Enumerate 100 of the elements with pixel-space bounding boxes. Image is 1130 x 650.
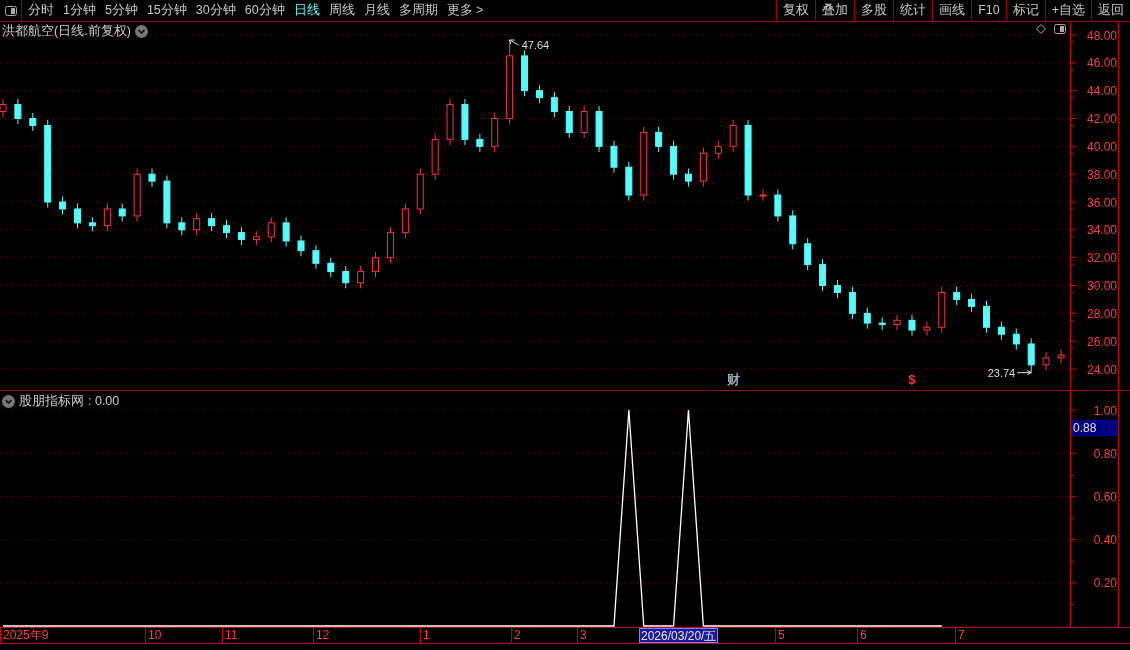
candlestick <box>521 49 529 97</box>
candlestick <box>834 279 841 299</box>
axis-label: 0.20 <box>1093 576 1117 591</box>
candlestick <box>163 175 171 229</box>
axis-label: 36.00 <box>1086 195 1117 210</box>
panel-toggle-icon[interactable] <box>4 5 17 16</box>
period-tab[interactable]: 60分钟 <box>244 1 285 20</box>
toolbar-button[interactable]: 叠加 <box>815 0 855 21</box>
indicator-value: : 0.00 <box>88 393 120 410</box>
candlestick <box>1057 349 1065 364</box>
candlestick <box>461 98 469 146</box>
axis-label: 6 <box>857 628 867 643</box>
candlestick <box>1042 351 1050 371</box>
period-tab[interactable]: 5分钟 <box>104 1 138 20</box>
candlestick <box>372 251 380 278</box>
candlestick <box>938 286 946 334</box>
toolbar-button[interactable]: +自选 <box>1044 0 1091 21</box>
toolbar-button[interactable]: 统计 <box>893 0 933 21</box>
axis-label: 32.00 <box>1086 251 1117 266</box>
axis-label: 0.60 <box>1093 489 1117 504</box>
candlestick <box>446 98 454 146</box>
axis-label: 10 <box>145 628 162 643</box>
candlestick <box>878 317 886 331</box>
axis-label: 1 <box>420 628 430 643</box>
diamond-icon[interactable] <box>1036 24 1046 34</box>
event-marker[interactable]: 财 <box>726 372 740 387</box>
axis-label: 46.00 <box>1086 56 1117 71</box>
axis-label: 2025年9 <box>0 628 49 643</box>
candlestick <box>908 314 916 337</box>
period-tab[interactable]: 日线 <box>293 1 320 20</box>
candlestick <box>193 212 201 236</box>
candlestick <box>789 209 797 250</box>
candlestick <box>610 140 618 174</box>
candlestick <box>580 105 588 139</box>
axis-label: 30.00 <box>1086 279 1117 293</box>
candlestick <box>625 161 633 202</box>
candlestick <box>953 286 961 306</box>
candlestick <box>327 257 335 278</box>
price-label: 47.64 <box>509 39 550 51</box>
candlestick <box>282 216 290 248</box>
period-tab[interactable]: 分时 <box>28 1 54 20</box>
event-marker[interactable]: $ <box>908 372 916 387</box>
indicator-name: 股朋指标网 <box>19 393 84 410</box>
period-tab[interactable]: 周线 <box>328 1 355 20</box>
axis-label: 24.00 <box>1086 362 1117 377</box>
annotation: 47.64 <box>521 39 550 52</box>
candlestick <box>1012 328 1020 350</box>
period-tab[interactable]: 月线 <box>363 1 390 20</box>
candlestick <box>655 126 663 153</box>
candlestick <box>133 168 141 222</box>
period-tab[interactable]: 30分钟 <box>195 1 236 20</box>
period-tab[interactable]: 更多 > <box>446 1 484 20</box>
candlestick <box>729 119 737 153</box>
candlestick <box>386 226 394 264</box>
candlestick <box>118 202 126 222</box>
dropdown-icon[interactable] <box>2 394 15 408</box>
candlestick <box>848 286 856 320</box>
axis-label: 26.00 <box>1086 334 1117 349</box>
toolbar-button[interactable]: F10 <box>971 0 1006 21</box>
candlestick <box>74 202 81 229</box>
candlestick <box>223 219 230 239</box>
annotation: 23.74 <box>987 366 1016 379</box>
candlestick <box>297 234 305 257</box>
candlestick <box>103 202 111 232</box>
candlestick <box>774 189 782 222</box>
dropdown-icon[interactable] <box>134 24 148 38</box>
stock-title: 洪都航空(日线.前复权) <box>2 23 131 40</box>
toolbar-button[interactable]: 返回 <box>1091 0 1130 21</box>
toolbar-button[interactable]: 标记 <box>1005 0 1045 21</box>
axis-label: 0.80 <box>1093 446 1117 461</box>
candlestick <box>983 300 990 334</box>
axis-label: 40.00 <box>1086 139 1117 154</box>
candlestick <box>714 140 722 160</box>
candlestick <box>416 168 424 215</box>
period-tab[interactable]: 多周期 <box>398 1 438 20</box>
candlestick <box>357 265 365 289</box>
candlestick <box>178 216 186 236</box>
candlestick <box>401 202 409 239</box>
candlestick <box>565 105 573 139</box>
candlestick <box>431 133 439 181</box>
candlestick <box>491 112 499 153</box>
candlestick <box>595 105 603 153</box>
toolbar-button[interactable]: 画线 <box>932 0 972 21</box>
period-tab[interactable]: 15分钟 <box>146 1 187 20</box>
cursor-date: 2026/03/20/五 <box>639 628 719 643</box>
candlestick <box>550 91 558 118</box>
candlestick <box>148 168 156 188</box>
candlestick <box>968 293 976 313</box>
candlestick <box>476 133 484 153</box>
toolbar-button[interactable]: 多股 <box>854 0 894 21</box>
candlestick <box>0 98 7 118</box>
axis-label: 28.00 <box>1086 306 1117 321</box>
panel-toggle-icon[interactable] <box>1054 24 1066 34</box>
candlestick <box>29 112 37 132</box>
axis-label: 3 <box>577 628 587 643</box>
candlestick <box>59 195 67 215</box>
candlestick <box>312 244 320 270</box>
period-tab[interactable]: 1分钟 <box>63 1 96 20</box>
price-label: 23.74 <box>987 366 1032 379</box>
toolbar-button[interactable]: 复权 <box>776 0 816 21</box>
